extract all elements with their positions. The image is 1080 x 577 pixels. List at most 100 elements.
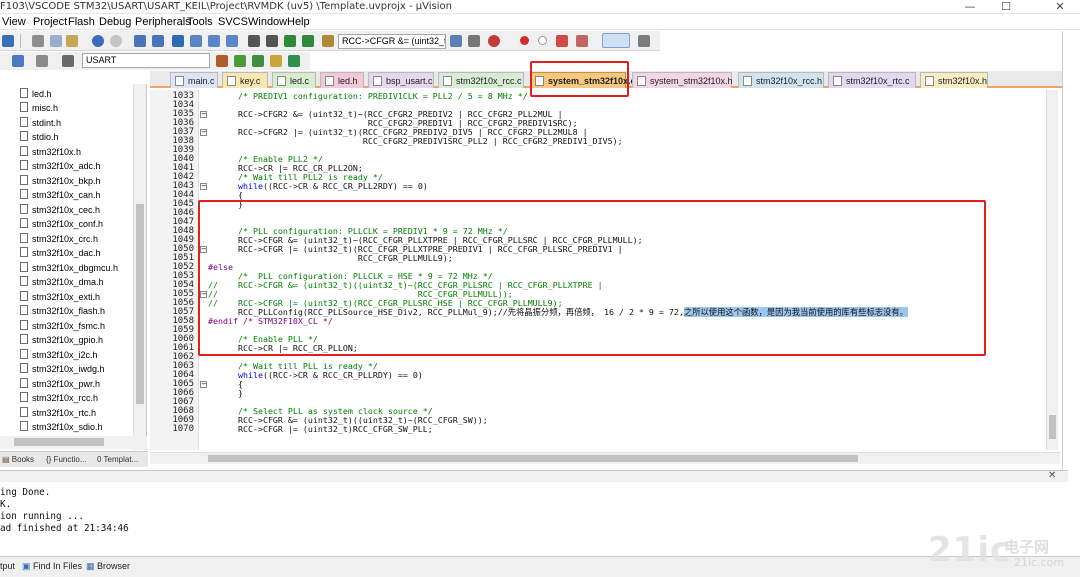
window-layout-icon[interactable] xyxy=(602,33,630,48)
tree-item[interactable]: stm32f10x_dma.h xyxy=(20,275,104,289)
tree-item[interactable]: stm32f10x_crc.h xyxy=(20,232,98,246)
undo-icon[interactable] xyxy=(92,35,104,47)
fold-toggle-icon[interactable]: − xyxy=(200,111,207,118)
menu-debug[interactable]: Debug xyxy=(99,14,131,30)
clear-breakpoints-icon[interactable] xyxy=(556,35,568,47)
tree-item[interactable]: stm32f10x_can.h xyxy=(20,188,101,202)
bookmark-prev-icon[interactable] xyxy=(190,35,202,47)
tree-item[interactable]: stdio.h xyxy=(20,130,59,144)
menu-flash[interactable]: Flash xyxy=(68,14,95,30)
tab-stm32f10x-h[interactable]: stm32f10x.h xyxy=(920,72,988,88)
tree-item[interactable]: stm32f10x_pwr.h xyxy=(20,377,100,391)
scroll-thumb[interactable] xyxy=(1049,415,1056,439)
run-time-env-icon[interactable] xyxy=(288,55,300,67)
tab-stm32f10x-rcc-h[interactable]: stm32f10x_rcc.h xyxy=(738,72,824,88)
redo-icon[interactable] xyxy=(110,35,122,47)
tab-led-c[interactable]: led.c xyxy=(272,72,316,88)
tab-led-h[interactable]: led.h xyxy=(320,72,364,88)
tree-item[interactable]: stm32f10x_bkp.h xyxy=(20,174,101,188)
tree-item[interactable]: stm32f10x_gpio.h xyxy=(20,333,103,347)
tab-system-stm32f10x-h[interactable]: system_stm32f10x.h xyxy=(632,72,733,88)
breakpoint-icon[interactable] xyxy=(520,36,529,45)
unindent-icon[interactable] xyxy=(266,35,278,47)
tree-item[interactable]: stdint.h xyxy=(20,116,61,130)
nav-back-icon[interactable] xyxy=(134,35,146,47)
minimize-icon[interactable]: — xyxy=(954,0,986,14)
tab-key-c[interactable]: key.c xyxy=(222,72,268,88)
tab-browser[interactable]: ▦ Browser xyxy=(86,559,130,573)
bookmark-clear-icon[interactable] xyxy=(226,35,238,47)
maximize-icon[interactable]: ☐ xyxy=(990,0,1022,14)
cut-icon[interactable] xyxy=(32,35,44,47)
tab-templates[interactable]: 0 Templat... xyxy=(97,453,138,467)
tree-item[interactable]: stm32f10x_cec.h xyxy=(20,203,100,217)
tree-item[interactable]: stm32f10x_sdio.h xyxy=(20,420,103,434)
tab-functions[interactable]: {} Functio... xyxy=(46,453,86,467)
comment-icon[interactable] xyxy=(284,35,296,47)
magic-wand-icon[interactable] xyxy=(216,55,228,67)
fold-toggle-icon[interactable]: − xyxy=(200,183,207,190)
menu-tools[interactable]: Tools xyxy=(187,14,213,30)
file-extensions-icon[interactable] xyxy=(252,55,264,67)
configure-icon[interactable] xyxy=(638,35,650,47)
manage-project-icon[interactable] xyxy=(234,55,246,67)
editor-hscrollbar[interactable] xyxy=(150,452,1060,464)
save-icon[interactable] xyxy=(2,35,14,47)
find-combo[interactable]: RCC->CFGR &= (uint32_t xyxy=(338,34,446,49)
tab-bsp-usart-c[interactable]: bsp_usart.c xyxy=(368,72,434,88)
tree-item[interactable]: stm32f10x_exti.h xyxy=(20,290,100,304)
tree-item[interactable]: stm32f10x_iwdg.h xyxy=(20,362,105,376)
download-icon[interactable] xyxy=(36,55,48,67)
menu-project[interactable]: Project xyxy=(33,14,67,30)
tab-build-output[interactable]: tput xyxy=(0,559,15,573)
scroll-thumb[interactable] xyxy=(14,438,104,446)
find-in-files-icon[interactable] xyxy=(450,35,462,47)
scroll-thumb[interactable] xyxy=(208,455,858,462)
tab-books[interactable]: ▤ Books xyxy=(2,453,34,467)
disable-breakpoint-icon[interactable] xyxy=(538,36,547,45)
tab-stm32f10x-rcc-c[interactable]: stm32f10x_rcc.c xyxy=(438,72,524,88)
copy-icon[interactable] xyxy=(50,35,62,47)
tree-item[interactable]: stm32f10x_flash.h xyxy=(20,304,105,318)
editor-scrollbar[interactable] xyxy=(1046,90,1058,450)
options-icon[interactable] xyxy=(12,55,24,67)
tree-item[interactable]: stm32f10x_rtc.h xyxy=(20,406,96,420)
incremental-find-icon[interactable] xyxy=(468,35,480,47)
sidebar-hscrollbar[interactable] xyxy=(0,436,147,449)
bookmark-icon[interactable] xyxy=(172,35,184,47)
nav-forward-icon[interactable] xyxy=(152,35,164,47)
tab-main-c[interactable]: main.c xyxy=(170,72,218,88)
bookmark-next-icon[interactable] xyxy=(208,35,220,47)
menu-svcs[interactable]: SVCS xyxy=(218,14,248,30)
close-icon[interactable]: ✕ xyxy=(1048,470,1056,481)
close-icon[interactable]: ✕ xyxy=(1044,0,1076,14)
tab-stm32f10x-rtc-c[interactable]: stm32f10x_rtc.c xyxy=(828,72,916,88)
debug-icon[interactable] xyxy=(488,35,500,47)
tree-item[interactable]: stm32f10x_dbgmcu.h xyxy=(20,261,118,275)
fold-toggle-icon[interactable]: − xyxy=(200,129,207,136)
menu-window[interactable]: Window xyxy=(248,14,287,30)
tab-find-in-files[interactable]: ▣ Find In Files xyxy=(22,559,82,573)
tree-item[interactable]: stm32f10x.h xyxy=(20,145,81,159)
target-select[interactable]: USART xyxy=(82,53,210,68)
tree-item[interactable]: stm32f10x_dac.h xyxy=(20,246,101,260)
menu-help[interactable]: Help xyxy=(287,14,310,30)
menu-view[interactable]: View xyxy=(2,14,26,30)
find-icon[interactable] xyxy=(322,35,334,47)
tree-item[interactable]: stm32f10x_i2c.h xyxy=(20,348,98,362)
tree-item[interactable]: stm32f10x_rcc.h xyxy=(20,391,98,405)
indent-icon[interactable] xyxy=(248,35,260,47)
pack-installer-icon[interactable] xyxy=(270,55,282,67)
scroll-thumb[interactable] xyxy=(136,204,144,404)
uncomment-icon[interactable] xyxy=(302,35,314,47)
tree-item[interactable]: stm32f10x_conf.h xyxy=(20,217,103,231)
kill-breakpoints-icon[interactable] xyxy=(576,35,588,47)
target-icon[interactable] xyxy=(62,55,74,67)
sidebar-scrollbar[interactable] xyxy=(133,84,146,450)
fold-toggle-icon[interactable]: − xyxy=(200,381,207,388)
tree-item[interactable]: stm32f10x_adc.h xyxy=(20,159,101,173)
menu-peripherals[interactable]: Peripherals xyxy=(135,14,191,30)
tree-item[interactable]: stm32f10x_fsmc.h xyxy=(20,319,105,333)
tree-item[interactable]: led.h xyxy=(20,87,52,101)
tree-item[interactable]: misc.h xyxy=(20,101,58,115)
